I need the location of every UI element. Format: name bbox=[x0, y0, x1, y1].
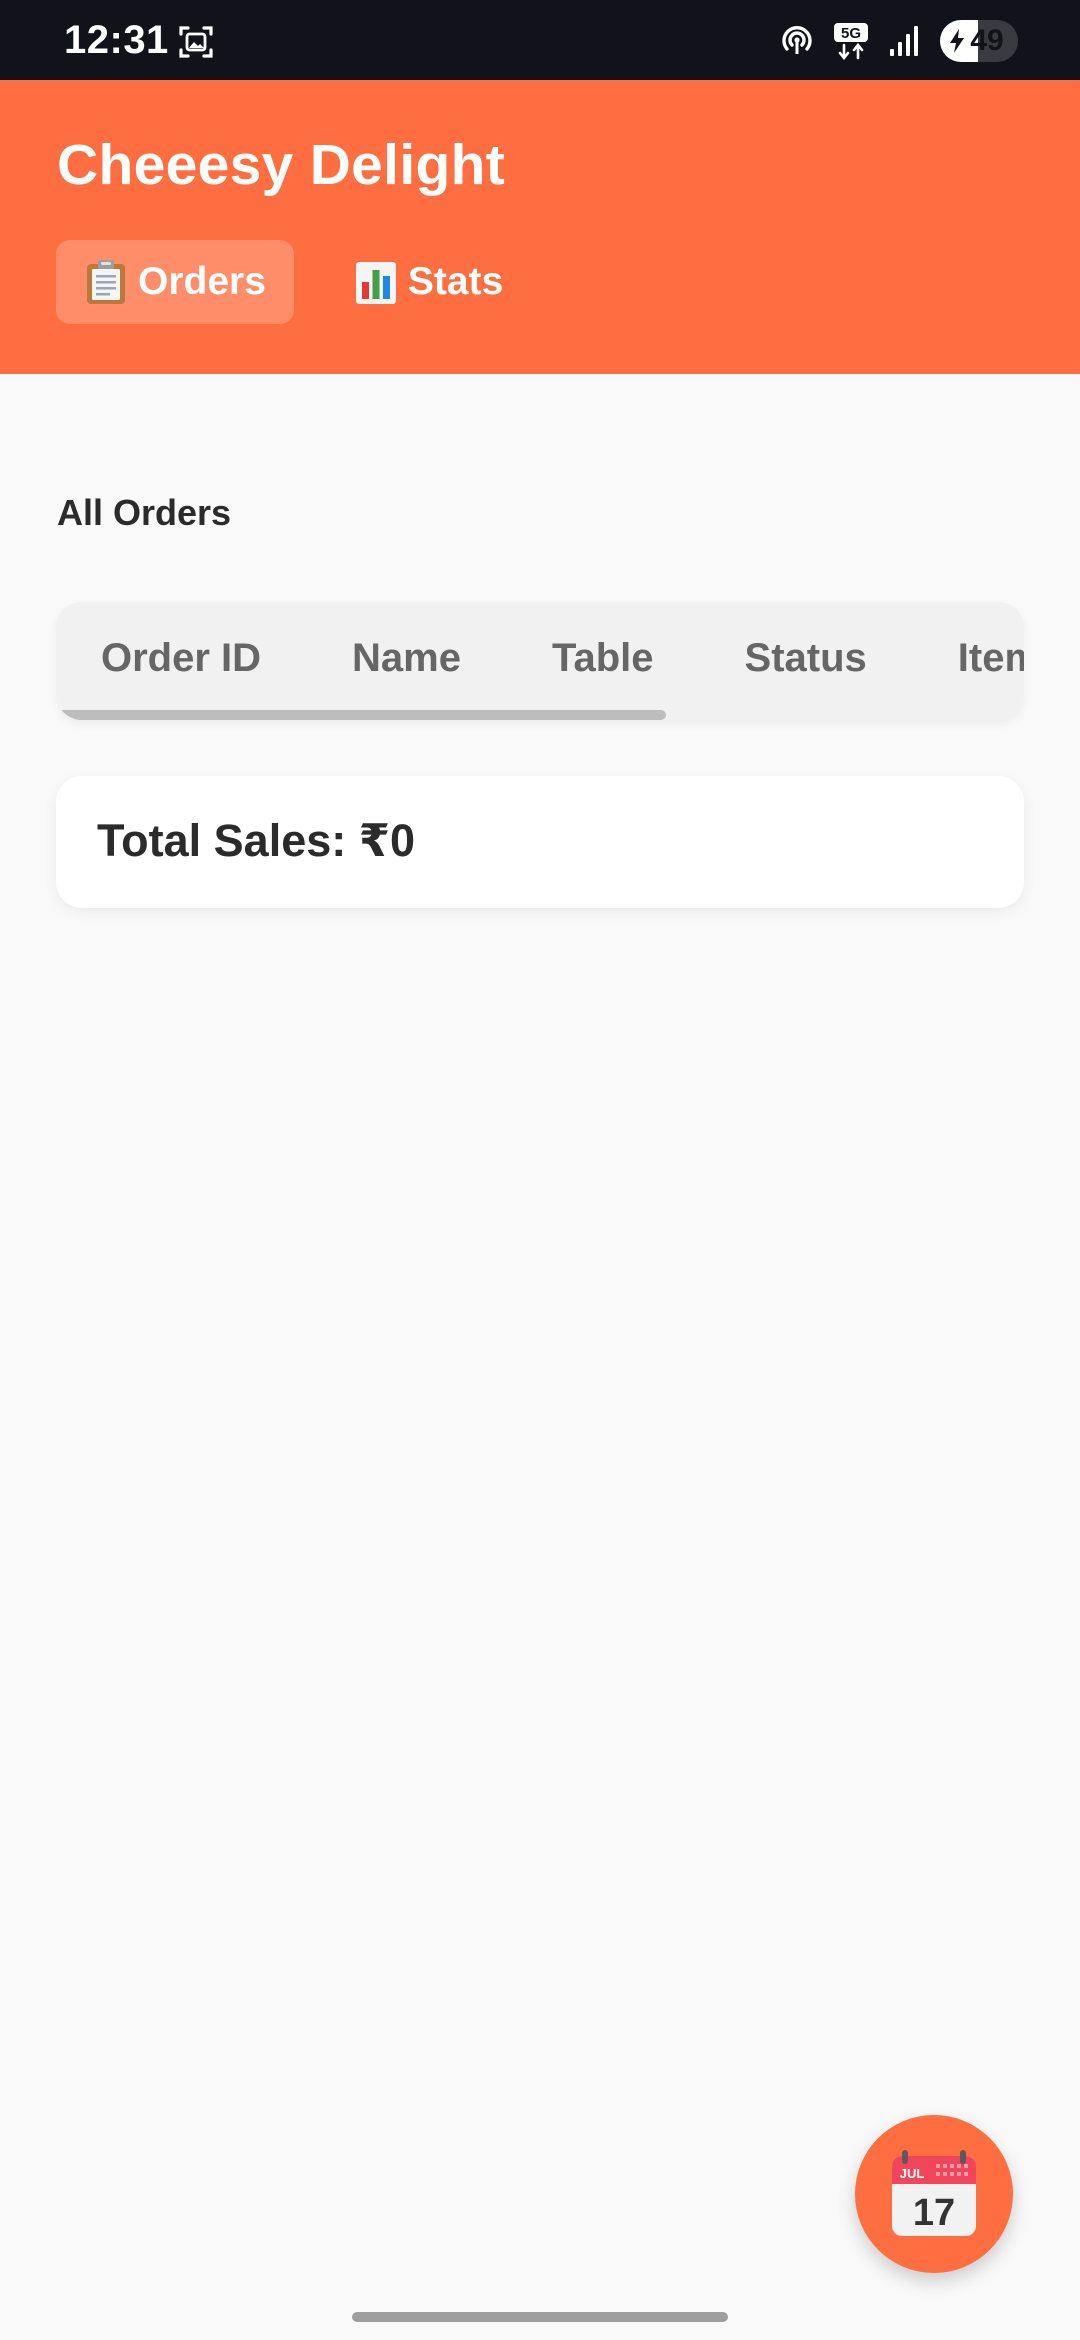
tab-stats[interactable]: Stats bbox=[326, 240, 531, 324]
battery-icon: 49 bbox=[940, 20, 1018, 62]
horizontal-scrollbar[interactable] bbox=[56, 710, 1024, 720]
network-label: 5G bbox=[841, 25, 861, 42]
calendar-day: 17 bbox=[913, 2192, 955, 2234]
nav-tabs: Orders Stats bbox=[56, 240, 531, 324]
battery-level: 49 bbox=[970, 24, 1004, 57]
network-5g-icon: 5G bbox=[834, 23, 868, 60]
column-header-order-id[interactable]: Order ID bbox=[101, 636, 261, 681]
app-header: Cheeesy Delight Orders Stats bbox=[0, 80, 1080, 374]
column-header-name[interactable]: Name bbox=[352, 636, 461, 681]
status-time: 12:31 bbox=[64, 18, 169, 62]
status-icons: 5G 49 bbox=[778, 18, 1018, 64]
summary-card: Total Sales: ₹0 bbox=[56, 776, 1024, 908]
column-headers: Order ID Name Table Status Items bbox=[101, 636, 1024, 681]
total-sales: Total Sales: ₹0 bbox=[97, 815, 416, 866]
scrollbar-thumb[interactable] bbox=[56, 710, 666, 720]
tab-stats-label: Stats bbox=[407, 260, 504, 303]
screenshot-icon bbox=[179, 26, 213, 58]
hotspot-icon bbox=[782, 26, 812, 54]
tab-orders[interactable]: Orders bbox=[56, 240, 294, 324]
tab-orders-label: Orders bbox=[138, 260, 266, 303]
column-header-items[interactable]: Items bbox=[958, 636, 1024, 681]
calendar-icon: JUL 17 bbox=[892, 2150, 976, 2236]
section-title: All Orders bbox=[57, 492, 232, 533]
column-header-table[interactable]: Table bbox=[552, 636, 654, 681]
home-indicator[interactable] bbox=[352, 2312, 728, 2322]
signal-icon bbox=[890, 26, 918, 56]
orders-table-header[interactable]: Order ID Name Table Status Items bbox=[56, 602, 1024, 720]
column-header-status[interactable]: Status bbox=[745, 636, 867, 681]
status-bar: 12:31 5G 49 bbox=[0, 0, 1080, 80]
app-screen: 12:31 5G 49 Cheeesy Delight Orders Stats… bbox=[0, 0, 1080, 2340]
clipboard-icon bbox=[87, 260, 125, 304]
bar-chart-icon bbox=[355, 262, 396, 304]
calendar-month: JUL bbox=[900, 2166, 925, 2181]
calendar-fab-button[interactable]: JUL 17 bbox=[855, 2115, 1013, 2273]
app-title: Cheeesy Delight bbox=[57, 133, 505, 197]
